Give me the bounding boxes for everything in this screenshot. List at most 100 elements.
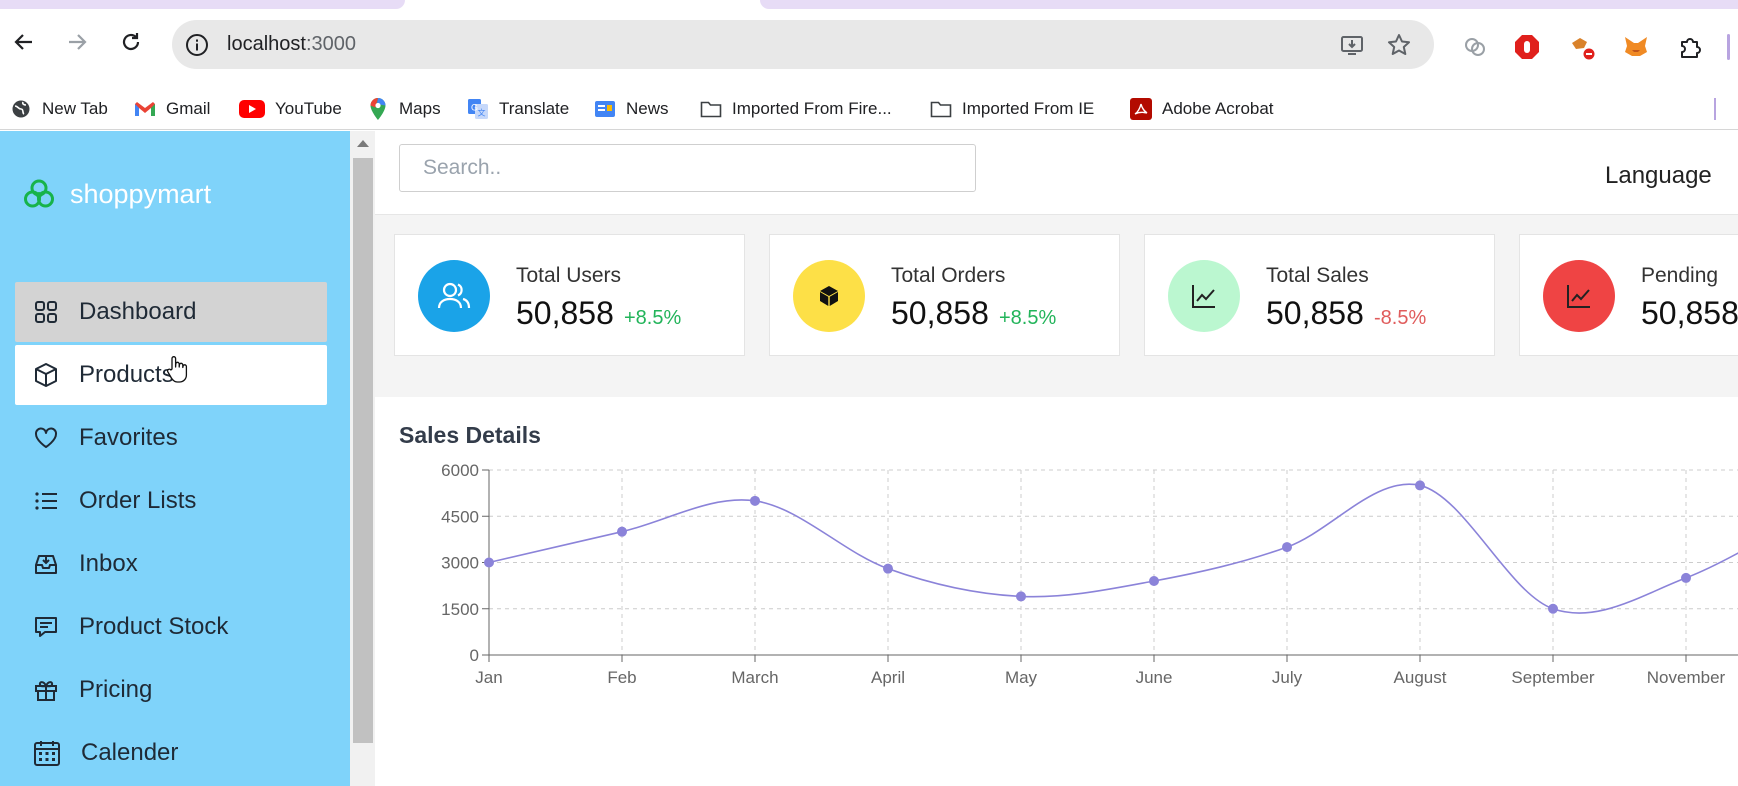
browser-tab[interactable]: [0, 0, 405, 9]
sidebar-item-label: Dashboard: [79, 298, 197, 325]
sidebar: shoppymart Dashboard Products Favorites …: [0, 131, 350, 786]
stat-label: Total Sales: [1266, 264, 1369, 287]
data-point: [1548, 603, 1558, 614]
maps-icon: [367, 98, 389, 120]
sidebar-item-calender[interactable]: Calender: [15, 723, 327, 783]
sidebar-item-inbox[interactable]: Inbox: [15, 534, 327, 594]
folder-icon: [700, 98, 722, 120]
stat-card-total-sales: Total Sales 50,858 -8.5%: [1144, 234, 1495, 356]
address-bar[interactable]: localhost:3000: [172, 20, 1434, 69]
arrow-left-icon: [14, 34, 32, 50]
y-tick-label: 4500: [441, 507, 479, 526]
metamask-icon[interactable]: [1621, 32, 1651, 62]
info-icon[interactable]: [184, 32, 210, 58]
extension-link-icon[interactable]: [1460, 32, 1490, 62]
reload-button[interactable]: [113, 24, 149, 60]
reload-icon: [122, 33, 140, 51]
chart-line-icon: [1192, 285, 1215, 308]
heart-icon: [35, 427, 57, 448]
acrobat-icon: [1130, 98, 1152, 120]
x-tick-label: June: [1136, 668, 1173, 687]
bookmark-translate[interactable]: G文 Translate: [467, 88, 569, 130]
bookmark-news[interactable]: News: [594, 88, 669, 130]
sidebar-item-dashboard[interactable]: Dashboard: [15, 282, 327, 342]
extension-blocked-icon[interactable]: [1567, 32, 1597, 62]
back-button[interactable]: [6, 24, 42, 60]
data-point: [1016, 591, 1026, 602]
bookmark-youtube[interactable]: YouTube: [239, 88, 342, 130]
stat-label: Total Orders: [891, 264, 1006, 287]
calendar-icon: [34, 741, 60, 766]
stat-value: 50,858: [891, 295, 989, 331]
stat-value: 50,858: [516, 295, 614, 331]
stat-card-total-orders: Total Orders 50,858 +8.5%: [769, 234, 1120, 356]
sales-line-chart: 0 1500 3000 4500 6000 Jan Feb March April May June…: [441, 461, 1738, 687]
adblock-icon[interactable]: [1512, 32, 1542, 62]
scroll-up-arrow[interactable]: [357, 140, 369, 147]
stat-icon-circle: [1168, 260, 1240, 332]
bookmark-gmail[interactable]: Gmail: [134, 88, 210, 130]
browser-tab[interactable]: [760, 0, 1738, 9]
data-point: [1681, 572, 1691, 583]
globe-icon: [10, 98, 32, 120]
sidebar-item-label: Favorites: [79, 424, 178, 451]
y-tick-label: 0: [470, 646, 479, 665]
star-icon[interactable]: [1386, 32, 1412, 58]
stat-trend: +8.5%: [999, 307, 1057, 329]
cube-icon: [820, 286, 838, 306]
brand-name: shoppymart: [70, 178, 212, 209]
sidebar-item-label: Product Stock: [79, 613, 229, 640]
bookmark-new-tab[interactable]: New Tab: [10, 88, 108, 130]
stat-icon-circle: [793, 260, 865, 332]
sales-details-panel: Sales Details 0 1500 3000 4500 6000 Jan Feb Mar…: [375, 397, 1738, 786]
y-tick-label: 6000: [441, 461, 479, 480]
gift-icon: [35, 681, 57, 701]
bookmark-folder-ie[interactable]: Imported From IE: [930, 88, 1094, 130]
sidebar-item-label: Calender: [81, 739, 179, 766]
url-text[interactable]: localhost:3000: [227, 20, 356, 69]
sidebar-item-favorites[interactable]: Favorites: [15, 408, 327, 468]
search-input[interactable]: [399, 144, 976, 192]
box-icon: [35, 363, 57, 387]
x-tick-label: April: [871, 668, 905, 687]
x-tick-label: September: [1511, 668, 1594, 687]
x-tick-label: May: [1005, 668, 1038, 687]
stat-trend: +8.5%: [624, 307, 682, 329]
folder-icon: [930, 98, 952, 120]
data-point: [1149, 576, 1159, 586]
sidebar-item-label: Products: [79, 361, 174, 388]
main-content: Language Total Users 50,858 +8.5% Total …: [375, 131, 1738, 786]
tab-strip: [0, 0, 1738, 10]
bookmark-maps[interactable]: Maps: [367, 88, 441, 130]
bookmark-folder-firefox[interactable]: Imported From Fire...: [700, 88, 892, 130]
x-tick-label: Feb: [607, 668, 636, 687]
profile-edge[interactable]: [1722, 32, 1734, 62]
brand[interactable]: shoppymart: [22, 177, 211, 211]
sidebar-item-pricing[interactable]: Pricing: [15, 660, 327, 720]
data-point: [750, 495, 760, 506]
bookmark-adobe-acrobat[interactable]: Adobe Acrobat: [1130, 88, 1274, 130]
gmail-icon: [134, 98, 156, 120]
language-selector[interactable]: Language: [1605, 162, 1712, 190]
sidebar-item-label: Pricing: [79, 676, 153, 703]
stat-trend: -8.5%: [1374, 307, 1427, 329]
y-tick-label: 1500: [441, 600, 479, 619]
puzzle-icon[interactable]: [1675, 32, 1705, 62]
list-icon: [35, 492, 57, 510]
grid-icon: [35, 301, 57, 323]
news-icon: [594, 98, 616, 120]
install-app-icon[interactable]: [1339, 32, 1365, 58]
sidebar-scrollbar[interactable]: [350, 131, 375, 786]
sidebar-item-label: Order Lists: [79, 487, 197, 514]
data-point: [617, 526, 627, 537]
message-icon: [35, 617, 57, 637]
x-tick-label: August: [1394, 668, 1447, 687]
sidebar-item-product-stock[interactable]: Product Stock: [15, 597, 327, 657]
forward-button[interactable]: [59, 24, 95, 60]
scroll-thumb[interactable]: [353, 158, 373, 743]
inbox-icon: [35, 555, 57, 574]
data-point: [1282, 542, 1292, 553]
stat-card-pending: Pending 50,858: [1519, 234, 1738, 356]
sidebar-item-label: Inbox: [79, 550, 138, 577]
sidebar-item-order-lists[interactable]: Order Lists: [15, 471, 327, 531]
